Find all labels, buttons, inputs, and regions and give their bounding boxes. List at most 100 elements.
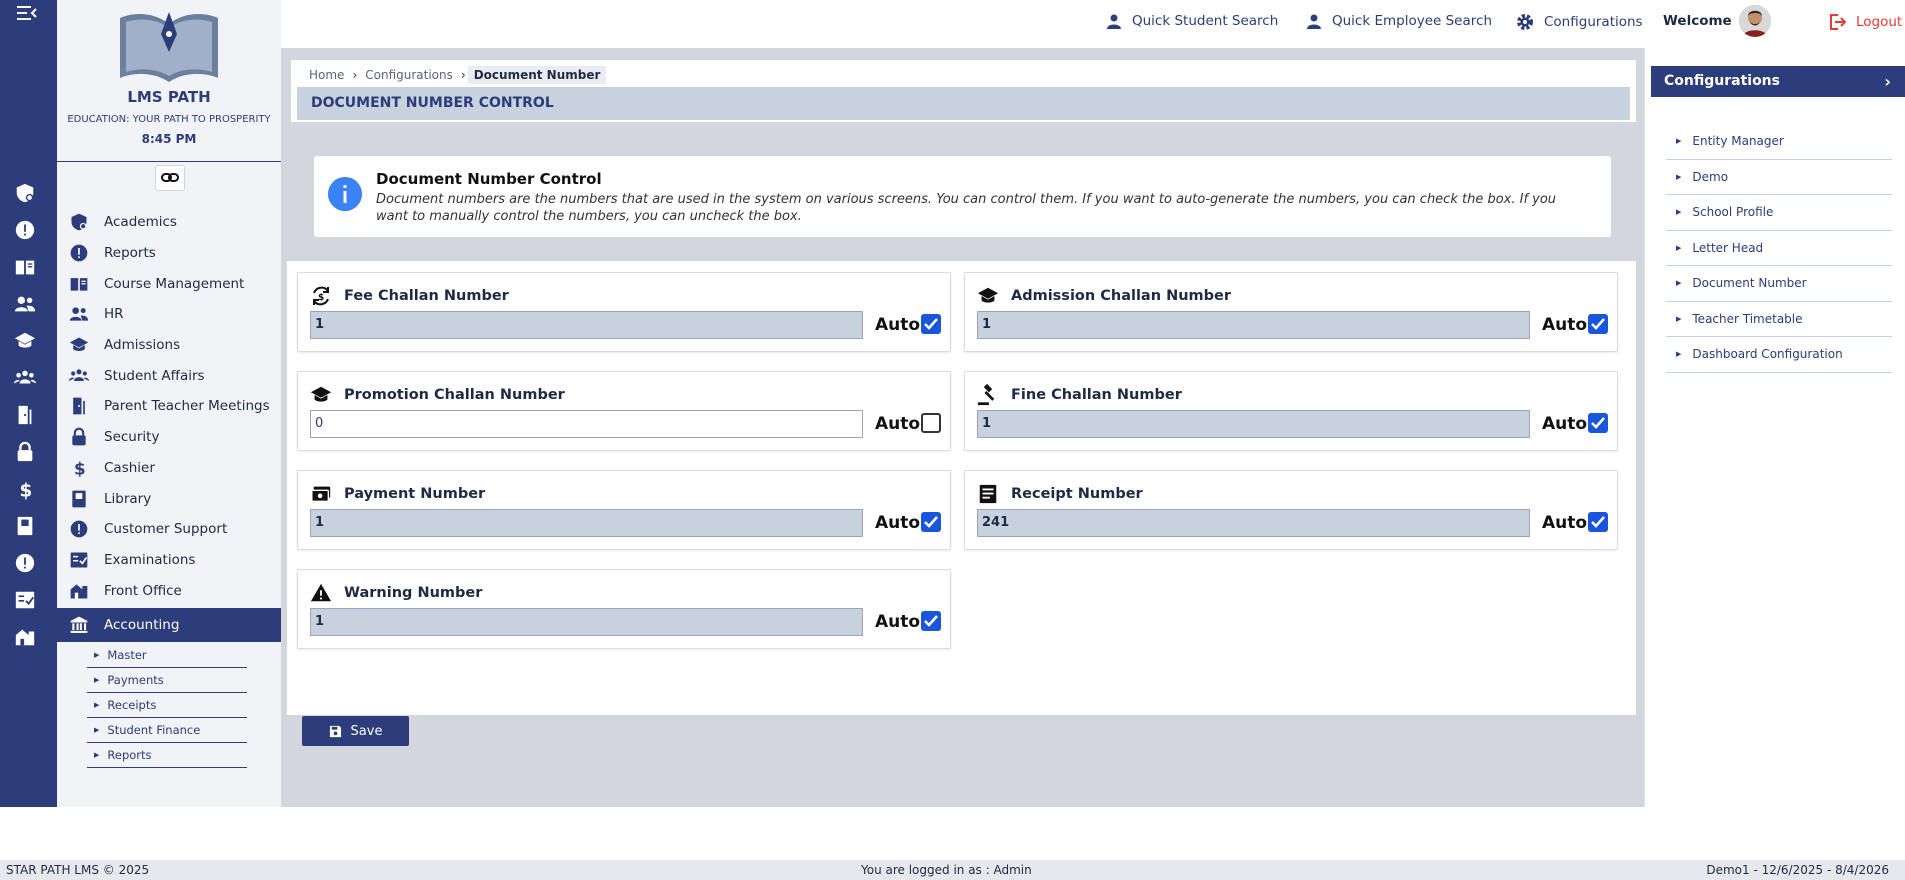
warning-input[interactable]: 1 — [310, 608, 863, 636]
sidebar-item-cashier[interactable]: $ Cashier — [57, 453, 281, 484]
building-icon — [70, 583, 88, 599]
sidebar-item-front-office[interactable]: Front Office — [57, 575, 281, 606]
group-icon — [69, 369, 89, 381]
payment-auto-checkbox[interactable] — [921, 512, 941, 532]
sidebar-item-label: Customer Support — [104, 521, 228, 538]
menu-toggle-icon[interactable] — [17, 5, 37, 21]
submenu-item-student-finance[interactable]: ▶ Student Finance — [87, 718, 247, 743]
promotion-challan-input[interactable]: 0 — [310, 410, 863, 438]
sidebar-item-label: Course Management — [104, 275, 245, 292]
library-rail-icon[interactable] — [14, 515, 36, 537]
caret-right-icon: ▶ — [94, 726, 100, 734]
warning-auto-checkbox[interactable] — [921, 611, 941, 631]
user-icon — [1107, 14, 1121, 29]
course-rail-icon[interactable] — [14, 256, 36, 278]
caret-right-icon: ▶ — [1676, 279, 1682, 288]
breadcrumb-configurations[interactable]: Configurations — [359, 68, 459, 82]
sidebar-item-label: Examinations — [104, 551, 196, 568]
icon-rail: $ — [0, 0, 57, 807]
top-bar: Quick Student Search Quick Employee Sear… — [281, 0, 1905, 48]
hr-rail-icon[interactable] — [14, 293, 36, 315]
front-office-rail-icon[interactable] — [14, 626, 36, 648]
sidebar-item-hr[interactable]: HR — [57, 299, 281, 330]
sidebar-item-security[interactable]: Security — [57, 422, 281, 453]
auto-label: Auto — [875, 513, 921, 533]
sidebar-item-library[interactable]: Library — [57, 483, 281, 514]
submenu-item-payments[interactable]: ▶ Payments — [87, 668, 247, 693]
save-button[interactable]: Save — [302, 716, 409, 746]
currency-exchange-icon: $ — [313, 286, 329, 306]
receipt-field: Receipt Number 241 Auto — [964, 470, 1618, 550]
sidebar-item-academics[interactable]: Academics — [57, 207, 281, 238]
support-rail-icon[interactable] — [14, 552, 36, 574]
fine-challan-auto-checkbox[interactable] — [1588, 413, 1608, 433]
admissions-rail-icon[interactable] — [14, 330, 36, 352]
main-content: Home › Configurations › Document Number … — [281, 48, 1644, 807]
sidebar-item-examinations[interactable]: Examinations — [57, 545, 281, 576]
fee-challan-input[interactable]: 1 — [310, 311, 863, 339]
gear-icon — [1517, 14, 1533, 30]
fee-challan-auto-checkbox[interactable] — [921, 314, 941, 334]
academics-rail-icon[interactable] — [14, 182, 36, 204]
header-card: Home › Configurations › Document Number … — [291, 60, 1636, 122]
config-item-school-profile[interactable]: ▶ School Profile — [1666, 195, 1892, 231]
academics-icon — [71, 214, 87, 231]
config-item-teacher-timetable[interactable]: ▶ Teacher Timetable — [1666, 302, 1892, 337]
reports-rail-icon[interactable] — [14, 219, 36, 241]
promotion-challan-auto-checkbox[interactable] — [921, 413, 941, 433]
sidebar-item-parent-teacher-meetings[interactable]: Parent Teacher Meetings — [57, 391, 281, 422]
avatar[interactable] — [1739, 5, 1771, 37]
chevron-right-icon: › — [352, 68, 358, 82]
logout-icon — [1830, 14, 1846, 30]
link-button[interactable] — [155, 165, 185, 191]
receipt-input[interactable]: 241 — [977, 509, 1530, 537]
cashier-rail-icon[interactable]: $ — [14, 478, 36, 500]
field-label: Receipt Number — [1011, 486, 1143, 502]
logout-link[interactable]: Logout — [1828, 13, 1902, 31]
door-icon — [73, 398, 85, 415]
config-item-letter-head[interactable]: ▶ Letter Head — [1666, 231, 1892, 266]
info-card: Document Number Control Document numbers… — [314, 156, 1611, 237]
sidebar-item-student-affairs[interactable]: Student Affairs — [57, 360, 281, 391]
checklist-icon — [70, 552, 88, 568]
admission-challan-auto-checkbox[interactable] — [1588, 314, 1608, 334]
admission-challan-input[interactable]: 1 — [977, 311, 1530, 339]
auto-label: Auto — [1542, 513, 1588, 533]
submenu-item-master[interactable]: ▶ Master — [87, 643, 247, 668]
student-affairs-rail-icon[interactable] — [14, 367, 36, 389]
sidebar-item-admissions[interactable]: Admissions — [57, 330, 281, 361]
config-item-document-number[interactable]: ▶ Document Number — [1666, 266, 1892, 302]
field-label: Fee Challan Number — [344, 288, 509, 304]
field-label: Promotion Challan Number — [344, 387, 565, 403]
sidebar-item-accounting[interactable]: Accounting — [57, 607, 281, 642]
submenu-item-receipts[interactable]: ▶ Receipts — [87, 693, 247, 718]
check-icon — [924, 516, 938, 528]
sidebar-item-reports[interactable]: Reports — [57, 238, 281, 269]
field-label: Warning Number — [344, 585, 483, 601]
check-icon — [1591, 318, 1605, 330]
config-item-entity-manager[interactable]: ▶ Entity Manager — [1666, 124, 1892, 160]
configurations-panel-header[interactable]: Configurations › — [1651, 66, 1905, 97]
check-icon — [1591, 417, 1605, 429]
payment-input[interactable]: 1 — [310, 509, 863, 537]
check-icon — [924, 318, 938, 330]
quick-student-search-link[interactable]: Quick Student Search — [1106, 13, 1278, 29]
fee-challan-field: $ Fee Challan Number 1 Auto — [297, 272, 951, 352]
ptm-rail-icon[interactable] — [14, 404, 36, 426]
alert-icon — [70, 244, 88, 262]
configurations-link[interactable]: Configurations — [1516, 13, 1643, 31]
config-item-dashboard-configuration[interactable]: ▶ Dashboard Configuration — [1666, 337, 1892, 373]
breadcrumb-home[interactable]: Home — [303, 68, 350, 82]
config-item-demo[interactable]: ▶ Demo — [1666, 160, 1892, 195]
quick-employee-search-link[interactable]: Quick Employee Search — [1306, 13, 1492, 29]
sidebar-item-customer-support[interactable]: Customer Support — [57, 514, 281, 545]
auto-label: Auto — [875, 612, 921, 632]
submenu-item-reports[interactable]: ▶ Reports — [87, 743, 247, 768]
security-rail-icon[interactable] — [14, 441, 36, 463]
receipt-auto-checkbox[interactable] — [1588, 512, 1608, 532]
info-title: Document Number Control — [376, 170, 602, 188]
sidebar-item-course-management[interactable]: Course Management — [57, 268, 281, 299]
exams-rail-icon[interactable] — [14, 589, 36, 611]
fine-challan-input[interactable]: 1 — [977, 410, 1530, 438]
auto-label: Auto — [875, 315, 921, 335]
